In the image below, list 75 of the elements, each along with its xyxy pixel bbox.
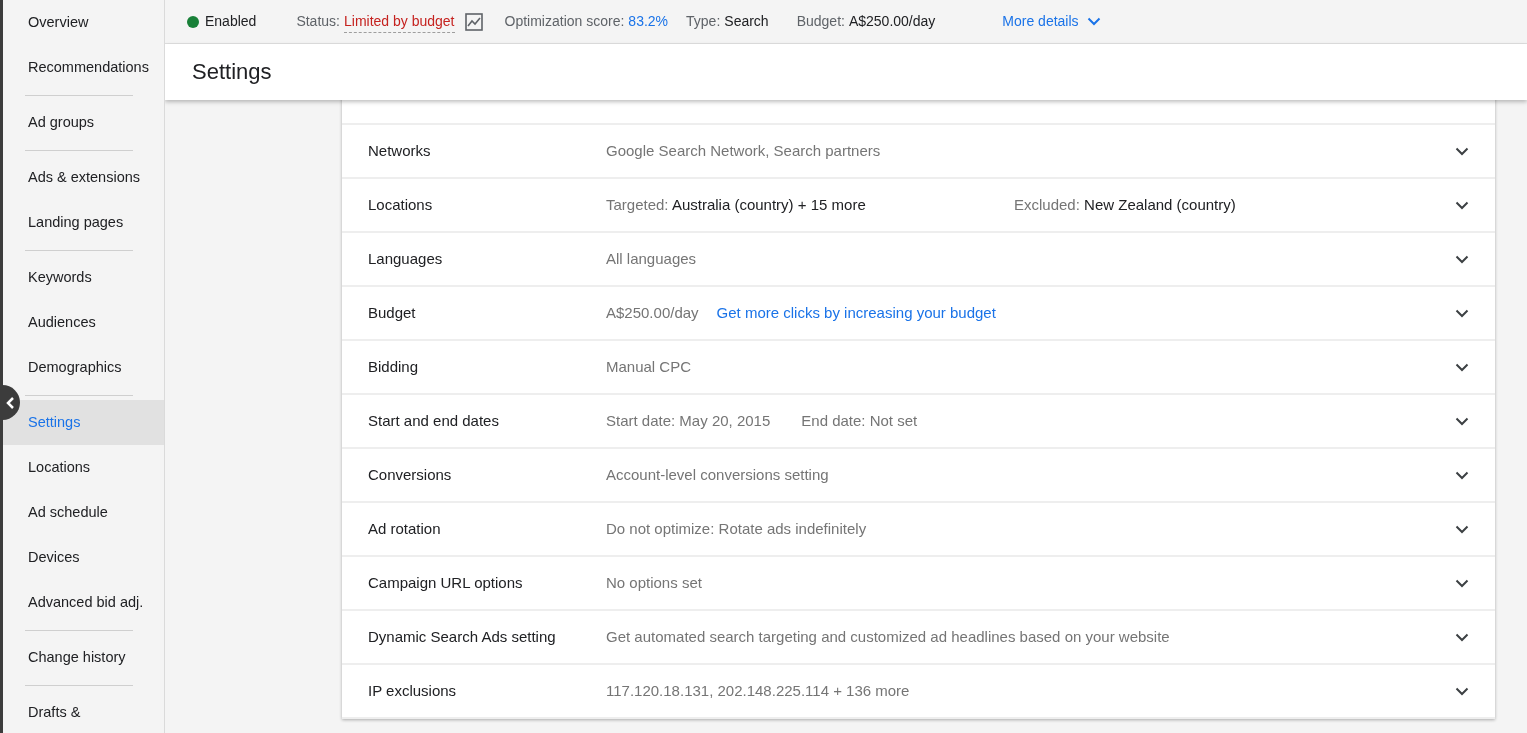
setting-row[interactable]: IP exclusions 117.120.18.131, 202.148.225.114 + 136 more: [342, 665, 1495, 719]
setting-name: Languages: [368, 248, 444, 269]
setting-name: Dynamic Search Ads setting: [368, 626, 557, 647]
setting-value: Get automated search targeting and customized ad headlines based on your website: [606, 626, 1170, 647]
setting-name: Ad rotation: [368, 518, 442, 539]
expand-icon: [1455, 254, 1469, 264]
setting-name: IP exclusions: [368, 680, 458, 701]
summary-value: A$250.00/day: [848, 12, 936, 31]
setting-value: Do not optimize: Rotate ads indefinitely: [606, 518, 867, 539]
budget-link[interactable]: Get more clicks by increasing your budget: [716, 301, 996, 325]
setting-value: Manual CPC: [606, 356, 692, 377]
expand-icon: [1455, 308, 1469, 318]
sidebar-item[interactable]: Keywords: [3, 255, 164, 300]
setting-value: Start date: May 20, 2015: [606, 410, 771, 431]
sidebar-item[interactable]: Landing pages: [3, 200, 164, 245]
sidebar-item[interactable]: Ad groups: [3, 100, 164, 145]
setting-value: Account-level conversions setting: [606, 464, 829, 485]
sidebar-item[interactable]: Overview: [3, 0, 164, 45]
setting-row[interactable]: Campaign URL options No options set: [342, 557, 1495, 611]
sidebar-item[interactable]: Advanced bid adj.: [3, 580, 164, 625]
expand-icon: [1455, 686, 1469, 696]
setting-row[interactable]: Languages All languages: [342, 233, 1495, 287]
setting-row[interactable]: Dynamic Search Ads setting Get automated search targeting and customized ad headlines based on your website: [342, 611, 1495, 665]
setting-value: All languages: [606, 248, 697, 269]
summary-value: 83.2%: [628, 12, 669, 31]
sidebar-item[interactable]: Devices: [3, 535, 164, 580]
sidebar-item[interactable]: Change history: [3, 635, 164, 680]
summary-label: Optimization score:: [504, 12, 625, 31]
setting-name: Networks: [368, 140, 432, 161]
expand-icon: [1455, 578, 1469, 588]
expand-icon: [1455, 470, 1469, 480]
setting-value: End date: Not set: [801, 410, 918, 431]
setting-value: 117.120.18.131, 202.148.225.114 + 136 more: [606, 680, 910, 701]
expand-icon: [1455, 146, 1469, 156]
setting-value: Excluded: New Zealand (country): [1014, 194, 1236, 215]
setting-value: Google Search Network, Search partners: [606, 140, 881, 161]
more-details-link[interactable]: More details: [1002, 11, 1101, 32]
setting-name: Budget: [368, 302, 417, 323]
setting-value: A$250.00/day: [606, 302, 699, 323]
trend-chart-icon[interactable]: [464, 12, 483, 31]
sidebar-item[interactable]: Audiences: [3, 300, 164, 345]
sidebar-item[interactable]: Locations: [3, 445, 164, 490]
chevron-left-icon: [4, 395, 16, 410]
sidebar-item[interactable]: Demographics: [3, 345, 164, 390]
setting-row[interactable]: Bidding Manual CPC: [342, 341, 1495, 395]
summary-label: Status:: [296, 12, 340, 31]
setting-name: Conversions: [368, 464, 453, 485]
expand-icon: [1455, 362, 1469, 372]
sidebar-item[interactable]: Recommendations: [3, 45, 164, 90]
setting-name: Start and end dates: [368, 410, 500, 431]
chevron-down-icon: [1086, 17, 1101, 26]
expand-icon: [1455, 524, 1469, 534]
summary-value: Search: [724, 12, 769, 31]
setting-name: Bidding: [368, 356, 420, 377]
expand-icon: [1455, 632, 1469, 642]
setting-value: Targeted: Australia (country) + 15 more: [606, 194, 867, 215]
setting-row[interactable]: Conversions Account-level conversions setting: [342, 449, 1495, 503]
setting-name: Locations: [368, 194, 434, 215]
sidebar-item[interactable]: Ad schedule: [3, 490, 164, 535]
sidebar-item[interactable]: Ads & extensions: [3, 155, 164, 200]
summary-value: Limited by budget: [344, 10, 455, 33]
setting-row[interactable]: Budget A$250.00/day Get more clicks by increasing your budget: [342, 287, 1495, 341]
summary-label: Type:: [686, 12, 721, 31]
expand-icon: [1455, 200, 1469, 210]
setting-name: Campaign URL options: [368, 572, 524, 593]
status-text: Enabled: [205, 12, 257, 31]
setting-row[interactable]: Locations Targeted: Australia (country) + 15 more Excluded: New Zealand (country): [342, 179, 1495, 233]
setting-value: No options set: [606, 572, 702, 593]
summary-label: Budget:: [796, 12, 845, 31]
setting-row[interactable]: Start and end dates Start date: May 20, 2015 End date: Not set: [342, 395, 1495, 449]
setting-row[interactable]: Networks Google Search Network, Search partners: [342, 125, 1495, 179]
expand-icon: [1455, 416, 1469, 426]
setting-row[interactable]: Ad rotation Do not optimize: Rotate ads indefinitely: [342, 503, 1495, 557]
page-title: Settings: [192, 58, 272, 86]
sidebar-item[interactable]: Drafts &: [3, 690, 164, 733]
